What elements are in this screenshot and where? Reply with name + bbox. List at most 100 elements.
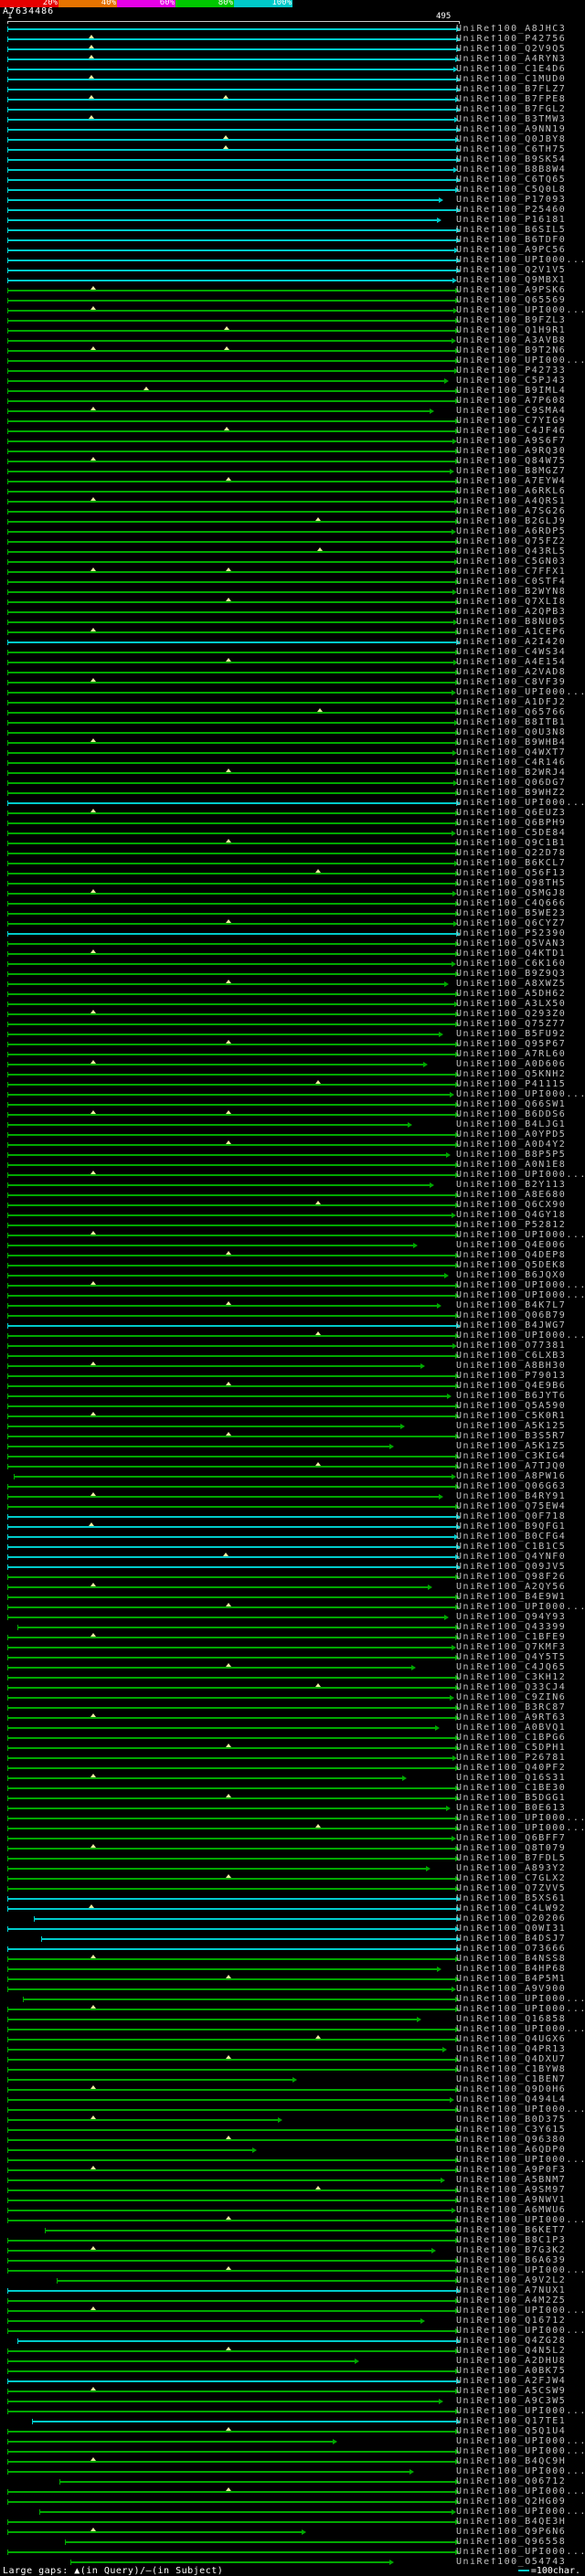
hit-accession-label[interactable]: UniRef100_Q5DEK8 (456, 1261, 585, 1270)
alignment-row[interactable]: UniRef100_UPI000... (0, 2155, 585, 2165)
alignment-row[interactable]: UniRef100_Q06G63 (0, 1481, 585, 1491)
hit-accession-label[interactable]: UniRef100_A7NUX1 (456, 2286, 585, 2295)
alignment-bar[interactable] (7, 2360, 355, 2362)
alignment-bar[interactable] (7, 1013, 455, 1015)
hit-accession-label[interactable]: UniRef100_A2FJW4 (456, 2377, 585, 2386)
hit-accession-label[interactable]: UniRef100_B6A639 (456, 2256, 585, 2265)
alignment-row[interactable]: UniRef100_A2QY56 (0, 1582, 585, 1592)
hit-accession-label[interactable]: UniRef100_A8BH30 (456, 1362, 585, 1371)
alignment-bar[interactable] (7, 1606, 455, 1608)
alignment-row[interactable]: UniRef100_B8NU05 (0, 617, 585, 627)
alignment-row[interactable]: UniRef100_B4QE3H (0, 2517, 585, 2527)
alignment-row[interactable]: UniRef100_Q16712 (0, 2316, 585, 2326)
alignment-bar[interactable] (7, 641, 456, 643)
alignment-bar[interactable] (7, 812, 455, 814)
alignment-row[interactable]: UniRef100_Q0U3N8 (0, 727, 585, 737)
hit-accession-label[interactable]: UniRef100_Q4N5L2 (456, 2347, 585, 2356)
alignment-bar[interactable] (7, 722, 454, 724)
hit-accession-label[interactable]: UniRef100_Q494L4 (456, 2095, 585, 2104)
hit-accession-label[interactable]: UniRef100_UPI000... (456, 2266, 585, 2275)
alignment-bar[interactable] (7, 2370, 455, 2372)
alignment-row[interactable]: UniRef100_A9C3W5 (0, 2396, 585, 2406)
alignment-row[interactable]: UniRef100_C6K160 (0, 959, 585, 969)
hit-accession-label[interactable]: UniRef100_Q65766 (456, 708, 585, 717)
hit-accession-label[interactable]: UniRef100_A7TJQ0 (456, 1462, 585, 1471)
alignment-row[interactable]: UniRef100_UPI000... (0, 2215, 585, 2225)
hit-accession-label[interactable]: UniRef100_A9C3W5 (456, 2397, 585, 2406)
hit-accession-label[interactable]: UniRef100_B4QC9H (456, 2457, 585, 2466)
alignment-bar[interactable] (7, 762, 455, 764)
hit-accession-label[interactable]: UniRef100_A8JHC3 (456, 25, 585, 34)
alignment-bar[interactable] (7, 2330, 455, 2332)
alignment-row[interactable]: UniRef100_Q293Z0 (0, 1009, 585, 1019)
alignment-bar[interactable] (7, 1878, 455, 1880)
hit-accession-label[interactable]: UniRef100_A0D4Y2 (456, 1140, 585, 1150)
alignment-row[interactable]: UniRef100_Q9C1B1 (0, 838, 585, 848)
hit-accession-label[interactable]: UniRef100_Q4WXT7 (456, 748, 585, 758)
alignment-bar[interactable] (7, 38, 456, 40)
alignment-row[interactable]: UniRef100_A5DH62 (0, 989, 585, 999)
alignment-row[interactable]: UniRef100_A9NN19 (0, 124, 585, 134)
alignment-bar[interactable] (59, 2481, 455, 2483)
alignment-row[interactable]: UniRef100_B6A639 (0, 2255, 585, 2265)
hit-accession-label[interactable]: UniRef100_A5K1Z5 (456, 1442, 585, 1451)
alignment-row[interactable]: UniRef100_A9PSK6 (0, 285, 585, 295)
alignment-row[interactable]: UniRef100_A3LX50 (0, 999, 585, 1009)
alignment-row[interactable]: UniRef100_A8BH30 (0, 1361, 585, 1371)
alignment-row[interactable]: UniRef100_P42733 (0, 366, 585, 376)
hit-accession-label[interactable]: UniRef100_Q20206 (456, 1914, 585, 1924)
hit-accession-label[interactable]: UniRef100_UPI000... (456, 1291, 585, 1300)
alignment-bar[interactable] (7, 1365, 420, 1367)
alignment-row[interactable]: UniRef100_B0CFG4 (0, 1532, 585, 1542)
hit-accession-label[interactable]: UniRef100_UPI000... (456, 1090, 585, 1099)
alignment-bar[interactable] (7, 1858, 455, 1860)
alignment-row[interactable]: UniRef100_UPI000... (0, 2004, 585, 2014)
alignment-bar[interactable] (7, 89, 456, 90)
hit-accession-label[interactable]: UniRef100_C6TH75 (456, 145, 585, 154)
hit-accession-label[interactable]: UniRef100_Q98TH5 (456, 879, 585, 888)
alignment-row[interactable]: UniRef100_Q4N5L2 (0, 2346, 585, 2356)
hit-accession-label[interactable]: UniRef100_Q94Y93 (456, 1613, 585, 1622)
alignment-bar[interactable] (7, 2169, 455, 2171)
alignment-row[interactable]: UniRef100_B8ITB1 (0, 717, 585, 727)
alignment-row[interactable]: UniRef100_Q75EW4 (0, 1501, 585, 1511)
hit-accession-label[interactable]: UniRef100_B0D375 (456, 2115, 585, 2125)
alignment-bar[interactable] (7, 2551, 455, 2553)
alignment-row[interactable]: UniRef100_Q4ZG28 (0, 2336, 585, 2346)
alignment-bar[interactable] (7, 611, 455, 613)
alignment-bar[interactable] (7, 1044, 455, 1045)
alignment-bar[interactable] (7, 199, 439, 201)
alignment-bar[interactable] (7, 501, 454, 503)
alignment-row[interactable]: UniRef100_A4M2Z5 (0, 2295, 585, 2306)
alignment-bar[interactable] (7, 1295, 455, 1297)
hit-accession-label[interactable]: UniRef100_Q4Y5T5 (456, 1653, 585, 1662)
hit-accession-label[interactable]: UniRef100_UPI000... (456, 256, 585, 265)
hit-accession-label[interactable]: UniRef100_B6JYT6 (456, 1392, 585, 1401)
alignment-row[interactable]: UniRef100_A9NWV1 (0, 2195, 585, 2205)
alignment-bar[interactable] (7, 2220, 455, 2221)
alignment-row[interactable]: UniRef100_UPI000... (0, 1280, 585, 1290)
alignment-bar[interactable] (7, 2310, 455, 2312)
hit-accession-label[interactable]: UniRef100_P42756 (456, 35, 585, 44)
hit-accession-label[interactable]: UniRef100_Q9MBX1 (456, 276, 585, 285)
hit-accession-label[interactable]: UniRef100_B2GLJ9 (456, 517, 585, 526)
hit-accession-label[interactable]: UniRef100_B6SIL5 (456, 226, 585, 235)
alignment-row[interactable]: UniRef100_Q6CYZ7 (0, 918, 585, 928)
hit-accession-label[interactable]: UniRef100_B7FDL5 (456, 1854, 585, 1863)
alignment-bar[interactable] (7, 943, 455, 945)
alignment-bar[interactable] (7, 350, 455, 352)
hit-accession-label[interactable]: UniRef100_P42733 (456, 366, 585, 376)
alignment-bar[interactable] (7, 1104, 455, 1106)
alignment-row[interactable]: UniRef100_C1BEN7 (0, 2074, 585, 2084)
hit-accession-label[interactable]: UniRef100_B5WE23 (456, 909, 585, 918)
alignment-bar[interactable] (7, 149, 456, 151)
hit-accession-label[interactable]: UniRef100_B9T2N6 (456, 346, 585, 355)
alignment-row[interactable]: UniRef100_Q16858 (0, 2014, 585, 2024)
alignment-row[interactable]: UniRef100_C9SMA4 (0, 406, 585, 416)
alignment-bar[interactable] (7, 79, 456, 80)
alignment-row[interactable]: UniRef100_C7GLX2 (0, 1873, 585, 1883)
alignment-bar[interactable] (7, 2069, 455, 2071)
alignment-bar[interactable] (7, 1466, 455, 1468)
alignment-row[interactable]: UniRef100_Q5VAN3 (0, 938, 585, 949)
alignment-row[interactable]: UniRef100_P26781 (0, 1753, 585, 1763)
